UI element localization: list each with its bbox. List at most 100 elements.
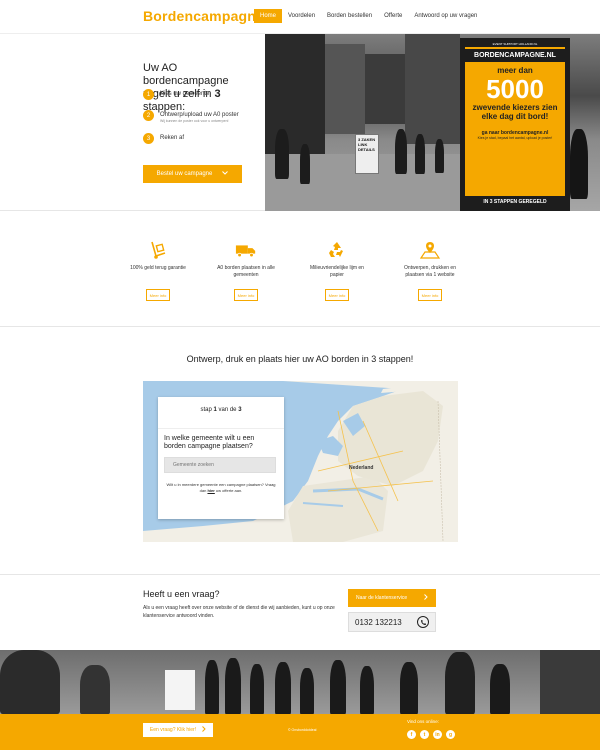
customer-service-label: Naar de klantenservice xyxy=(356,595,408,601)
features-section: 100% geld terug garantie Meer info A0 bo… xyxy=(0,211,600,327)
footer-question-button[interactable]: Een vraag? Klik hier! xyxy=(143,723,213,737)
photo-person xyxy=(360,666,374,714)
photo-person xyxy=(395,129,407,174)
feature-more-info-button[interactable]: Meer info xyxy=(234,289,258,301)
photo-person xyxy=(490,664,510,714)
footer-social: Vind ons online: f t in g xyxy=(407,719,455,739)
billboard-sign: EVENT SUPPORT HOLLAND.NL BORDENCAMPAGNE.… xyxy=(460,38,570,211)
photo-person xyxy=(415,134,425,174)
photo-person xyxy=(400,662,418,714)
hand-truck-icon xyxy=(147,239,169,261)
photo-person xyxy=(80,665,110,714)
question-title: Heeft u een vraag? xyxy=(143,589,220,599)
quote-link[interactable]: hier xyxy=(207,488,214,493)
hero-step-3: 3 Reken af xyxy=(143,132,239,153)
photo-person xyxy=(275,662,291,714)
map-pin-icon xyxy=(419,239,441,261)
step-text: Reken af xyxy=(160,135,185,141)
feature-text: Ontwerpen, drukken en plaatsen via 1 web… xyxy=(404,265,456,278)
chevron-right-icon xyxy=(424,594,428,602)
step-number: 2 xyxy=(143,110,154,121)
photo-building xyxy=(365,54,405,124)
hero-steps: 1 Kies uw gemeente 2 Ontwerp/upload uw A… xyxy=(143,88,239,153)
photo-person xyxy=(445,652,475,714)
sign-footer: ga naar bordencampagne.nl Kies je stad, … xyxy=(465,131,565,141)
linkedin-icon[interactable]: in xyxy=(433,730,442,739)
feature-one-website: Ontwerpen, drukken en plaatsen via 1 web… xyxy=(400,239,460,301)
feature-more-info-button[interactable]: Meer info xyxy=(146,289,170,301)
hero-photo: 3 ZAKEN LINK DETAILS EVENT SUPPORT HOLLA… xyxy=(265,34,600,211)
phone-number[interactable]: 0132 132213 xyxy=(355,618,402,627)
step-text: Kies uw gemeente xyxy=(160,91,210,97)
question-text: Als u een vraag heeft over onze website … xyxy=(143,605,335,619)
municipality-question: In welke gemeente wilt u een borden camp… xyxy=(164,435,255,450)
twitter-icon[interactable]: t xyxy=(420,730,429,739)
sign-footer-sub: Kies je stad, bepaal het aantal, upload … xyxy=(477,136,553,140)
phone-box: 0132 132213 xyxy=(348,612,436,632)
feature-more-info-button[interactable]: Meer info xyxy=(325,289,349,301)
map-section: Ontwerp, druk en plaats hier uw AO borde… xyxy=(0,327,600,575)
delivery-truck-icon xyxy=(235,239,257,261)
social-label: Vind ons online: xyxy=(407,719,439,724)
step-label: Ontwerp/upload uw A0 poster xyxy=(160,112,239,118)
nav-home[interactable]: Home xyxy=(254,9,283,23)
photo-sign xyxy=(165,670,195,710)
facebook-icon[interactable]: f xyxy=(407,730,416,739)
phone-icon xyxy=(417,616,429,628)
step-number: 1 xyxy=(143,89,154,100)
site-footer: Een vraag? Klik hier! © Onsborddotdeal V… xyxy=(0,714,600,750)
step-indicator-pre: stap xyxy=(200,407,214,413)
nav-antwoord[interactable]: Antwoord op uw vragen xyxy=(408,9,483,23)
photo-building xyxy=(325,44,365,134)
chevron-down-icon xyxy=(222,171,229,177)
card-divider xyxy=(158,428,284,429)
order-campaign-button[interactable]: Bestel uw campagne xyxy=(143,165,242,183)
step-subtext: Wij kunnen de poster ook voor u ontwerpe… xyxy=(160,119,229,123)
step-text: Ontwerp/upload uw A0 poster Wij kunnen d… xyxy=(160,109,239,124)
feature-text: Milieuvriendelijke lijm en papier xyxy=(310,265,364,278)
netherlands-map[interactable]: Nederland stap 1 van de 3 In welke gemee… xyxy=(143,381,458,542)
nav-borden-bestellen[interactable]: Borden bestellen xyxy=(321,9,378,23)
photo-building xyxy=(405,34,460,144)
photo-building xyxy=(0,650,60,714)
recycle-icon xyxy=(326,239,348,261)
sign-heading: BORDENCAMPAGNE.NL xyxy=(465,49,565,62)
photo-person xyxy=(250,664,264,714)
photo-person xyxy=(275,129,289,179)
nav-offerte[interactable]: Offerte xyxy=(378,9,408,23)
multi-municipality-note: Wilt u in meerdere gemeente een campagne… xyxy=(164,482,278,494)
hero-step-2: 2 Ontwerp/upload uw A0 poster Wij kunnen… xyxy=(143,109,239,132)
step-indicator-total: 3 xyxy=(238,407,242,413)
footer-copyright: © Onsborddotdeal xyxy=(288,728,317,732)
photo-sidewalk-stand: 3 ZAKEN LINK DETAILS xyxy=(355,134,379,174)
hero-section: Uw AO bordencampagne regelt u zelf in 3 … xyxy=(0,34,600,211)
sign-top-text: EVENT SUPPORT HOLLAND.NL xyxy=(465,41,565,47)
step-indicator-post: van de xyxy=(216,407,239,413)
photo-person xyxy=(570,129,588,199)
step-indicator: stap 1 van de 3 xyxy=(158,407,284,413)
main-nav: Home Voordelen Borden bestellen Offerte … xyxy=(254,9,483,23)
municipality-search-input[interactable] xyxy=(164,457,276,473)
customer-service-button[interactable]: Naar de klantenservice xyxy=(348,589,436,607)
step-number: 3 xyxy=(143,133,154,144)
map-label-nederland: Nederland xyxy=(349,465,374,471)
feature-more-info-button[interactable]: Meer info xyxy=(418,289,442,301)
googleplus-icon[interactable]: g xyxy=(446,730,455,739)
nav-voordelen[interactable]: Voordelen xyxy=(282,9,321,23)
feature-text: A0 borden plaatsen in alle gemeenten xyxy=(217,265,275,278)
sign-line2: zwevende kiezers zien elke dag dit bord! xyxy=(472,103,558,121)
photo-building xyxy=(540,650,600,714)
footer-button-label: Een vraag? Klik hier! xyxy=(149,727,197,733)
question-section: Heeft u een vraag? Als u een vraag heeft… xyxy=(0,575,600,650)
photo-person xyxy=(205,660,219,714)
step-card: stap 1 van de 3 In welke gemeente wilt u… xyxy=(158,397,284,519)
feature-eco: Milieuvriendelijke lijm en papier Meer i… xyxy=(307,239,367,301)
feature-guarantee: 100% geld terug garantie Meer info xyxy=(128,239,188,301)
photo-person xyxy=(300,668,314,714)
sign-big-number: 5000 xyxy=(486,74,544,104)
sign-bottom-bar: IN 3 STAPPEN GEREGELD xyxy=(465,196,565,208)
note-text-end: uw offerte aan. xyxy=(214,488,243,493)
hero-title-line1: Uw AO bordencampagne xyxy=(143,62,229,87)
photo-person xyxy=(330,660,346,714)
photo-person xyxy=(225,658,241,714)
